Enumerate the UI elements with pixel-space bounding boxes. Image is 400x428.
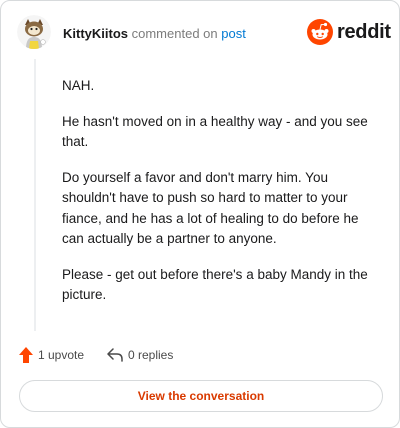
avatar-image — [17, 15, 51, 49]
reply-arrow-icon — [107, 348, 123, 362]
comment-paragraph: NAH. — [62, 78, 95, 93]
comment-paragraph: Do yourself a favor and don't marry him.… — [62, 169, 359, 247]
upvote-arrow-icon — [19, 347, 33, 363]
reddit-wordmark: reddit — [337, 21, 391, 43]
view-conversation-button[interactable]: View the conversation — [19, 380, 383, 412]
commented-on-text: commented on — [131, 26, 218, 41]
comment-embed-card: KittyKiitos commented on post reddit NAH… — [0, 0, 400, 428]
comment-actions: 1 upvote 0 replies — [19, 347, 379, 365]
comment-body: NAH. He hasn't moved on in a healthy way… — [62, 76, 382, 321]
comment-paragraph: Please - get out before there's a baby M… — [62, 266, 368, 303]
comment-meta: KittyKiitos commented on post — [63, 26, 246, 42]
comment-header: KittyKiitos commented on post reddit — [17, 15, 391, 51]
avatar[interactable] — [17, 15, 51, 49]
reddit-logo[interactable]: reddit — [307, 19, 391, 45]
post-link[interactable]: post — [221, 26, 246, 41]
thread-line[interactable] — [34, 59, 36, 331]
reply-count: 0 replies — [128, 348, 174, 362]
replies-button[interactable]: 0 replies — [107, 347, 173, 363]
comment-paragraph: He hasn't moved on in a healthy way - an… — [62, 113, 368, 150]
reddit-snoo-icon — [307, 19, 333, 45]
upvote-button[interactable]: 1 upvote — [19, 347, 84, 363]
upvote-count: 1 upvote — [38, 348, 85, 362]
username-link[interactable]: KittyKiitos — [63, 26, 128, 41]
